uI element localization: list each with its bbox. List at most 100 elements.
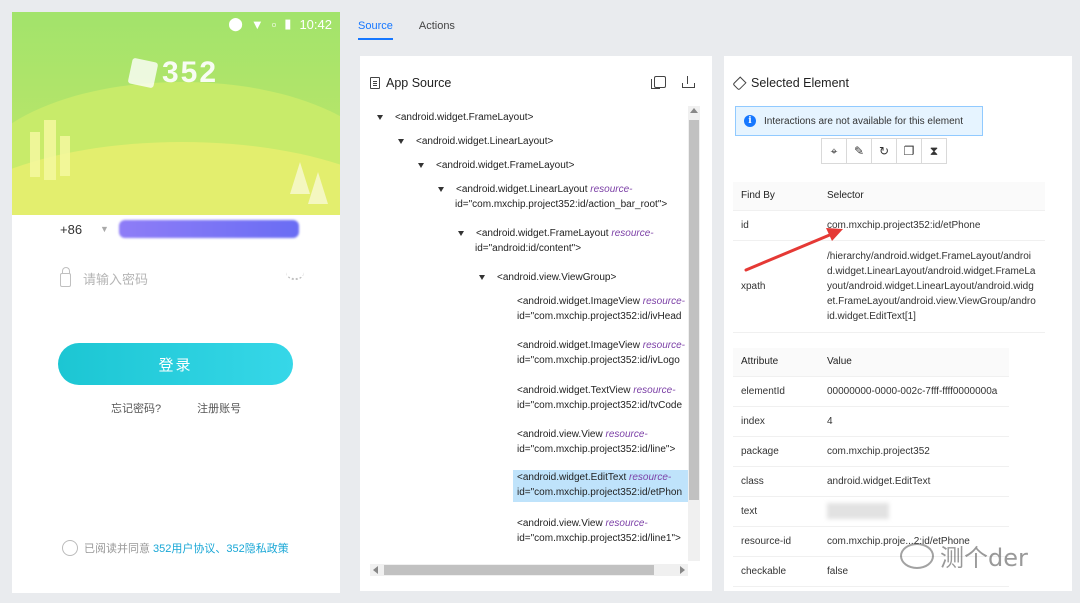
tap-target-icon[interactable]: ⌖ [821, 138, 847, 164]
attr-key: index [733, 406, 819, 437]
table-row: index 4 [733, 406, 1009, 437]
location-icon: ⬤ [228, 16, 243, 31]
tree-node[interactable]: <android.widget.ImageView resource- id="… [517, 338, 685, 368]
tree-node[interactable]: <android.widget.LinearLayout> [398, 134, 553, 149]
download-icon[interactable] [682, 76, 695, 88]
tab-source[interactable]: Source [358, 20, 393, 40]
attr-key: elementId [733, 376, 819, 407]
clear-icon[interactable]: ↻ [871, 138, 897, 164]
tree-node[interactable]: <android.view.View resource- id="com.mxc… [517, 427, 675, 457]
find-by-table: Find By Selector id com.mxchip.project35… [733, 182, 1045, 333]
tree-node[interactable]: <android.widget.FrameLayout resource- id… [458, 226, 654, 256]
logo-cube-icon [127, 57, 159, 89]
table-row: xpath /hierarchy/android.widget.FrameLay… [733, 240, 1045, 333]
tree-node[interactable]: <android.widget.TextView resource- id="c… [517, 383, 682, 413]
register-link[interactable]: 注册账号 [197, 400, 241, 416]
password-placeholder[interactable]: 请输入密码 [83, 269, 148, 288]
timing-icon[interactable]: ⧗ [921, 138, 947, 164]
tag-icon [732, 75, 747, 91]
attr-value: 4 [819, 406, 1009, 437]
scroll-thumb[interactable] [689, 120, 699, 500]
info-icon: i [744, 115, 756, 127]
tree-node[interactable]: <android.widget.FrameLayout> [418, 158, 574, 173]
table-row: id com.mxchip.project352:id/etPhone [733, 210, 1045, 241]
tree-decoration [290, 162, 310, 194]
tree-node[interactable]: <android.widget.LinearLayout resource- i… [438, 182, 667, 212]
expand-arrow-icon[interactable] [479, 274, 485, 280]
selected-element-header: Selected Element [732, 75, 849, 91]
attr-key: package [733, 436, 819, 467]
column-header: Attribute [733, 348, 819, 377]
agreement-text: 已阅读并同意 [84, 543, 150, 555]
forgot-password-link[interactable]: 忘记密码? [111, 400, 161, 416]
watermark-text: 测个der [940, 544, 1028, 572]
inspector-tabs: Source Actions [358, 20, 455, 40]
device-screen[interactable]: ⬤ ▼ ▫ ▮ 10:42 352 +86 ▼ 请输入密码 登录 忘记密码? 注… [12, 12, 340, 593]
findby-key: id [733, 210, 819, 241]
expand-arrow-icon[interactable] [418, 162, 424, 168]
expand-arrow-icon[interactable] [438, 186, 444, 192]
tree-node[interactable]: <android.view.ViewGroup> [479, 270, 616, 285]
account-links: 忘记密码? 注册账号 [111, 400, 241, 416]
login-button[interactable]: 登录 [58, 343, 293, 385]
element-action-bar: ⌖ ✎ ↻ ❐ ⧗ [821, 138, 947, 164]
scroll-up-icon[interactable] [690, 108, 698, 113]
column-header: Value [819, 348, 1009, 377]
phone-field[interactable]: +86 ▼ [60, 215, 304, 243]
copy-icon[interactable] [651, 76, 666, 89]
selected-element-title: Selected Element [751, 76, 849, 90]
app-source-panel: App Source <android.widget.FrameLayout> … [360, 56, 712, 591]
eye-closed-icon[interactable] [286, 272, 304, 280]
vertical-scrollbar[interactable] [688, 106, 700, 561]
app-source-header: App Source [370, 76, 451, 90]
findby-value[interactable]: com.mxchip.project352:id/etPhone [819, 210, 1045, 241]
info-alert: i Interactions are not available for thi… [735, 106, 983, 136]
attr-key: class [733, 466, 819, 497]
battery-icon: ▮ [284, 16, 292, 31]
info-message: Interactions are not available for this … [764, 115, 963, 127]
attr-key: resource-id [733, 526, 819, 557]
column-header: Selector [819, 182, 1045, 211]
wifi-icon: ▼ [250, 16, 264, 32]
tree-decoration [308, 172, 328, 204]
horizontal-scrollbar[interactable] [370, 564, 688, 576]
attr-value: 00000000-0000-002c-7fff-ffff0000000a [819, 376, 1009, 407]
edit-icon[interactable]: ✎ [846, 138, 872, 164]
findby-value[interactable]: /hierarchy/android.widget.FrameLayout/an… [819, 240, 1045, 333]
agreement-radio[interactable] [62, 540, 78, 556]
building-decoration [30, 132, 40, 177]
tree-node[interactable]: <android.widget.FrameLayout> [377, 110, 533, 125]
attr-key: checkable [733, 556, 819, 587]
attr-value: com.mxchip.project352 [819, 436, 1009, 467]
source-tree: <android.widget.FrameLayout> <android.wi… [370, 106, 688, 561]
password-field[interactable]: 请输入密码 [60, 264, 304, 292]
phone-number-redacted[interactable] [118, 220, 299, 238]
table-row: class android.widget.EditText [733, 466, 1009, 497]
app-logo: 352 [127, 56, 224, 90]
column-header: Find By [733, 182, 819, 211]
country-code[interactable]: +86 [60, 222, 100, 237]
expand-arrow-icon[interactable] [458, 230, 464, 236]
table-row: elementId 00000000-0000-002c-7fff-ffff00… [733, 376, 1009, 407]
file-icon [370, 77, 380, 89]
chevron-down-icon[interactable]: ▼ [100, 224, 109, 234]
building-decoration [60, 136, 70, 176]
attr-value: android.widget.EditText [819, 466, 1009, 497]
tree-node[interactable]: <android.view.View resource- id="com.mxc… [517, 516, 681, 546]
lock-icon [60, 267, 71, 287]
agreement-row: 已阅读并同意 352用户协议、352隐私政策 [62, 540, 289, 556]
agreement-links[interactable]: 352用户协议、352隐私政策 [153, 540, 289, 556]
scroll-right-icon[interactable] [680, 566, 685, 574]
building-decoration [44, 120, 56, 180]
tree-node[interactable]: <android.widget.ImageView resource- id="… [517, 294, 685, 324]
scroll-thumb[interactable] [384, 565, 654, 575]
expand-arrow-icon[interactable] [377, 114, 383, 120]
expand-arrow-icon[interactable] [398, 138, 404, 144]
tab-actions[interactable]: Actions [419, 20, 455, 40]
copy-attributes-icon[interactable]: ❐ [896, 138, 922, 164]
tree-node-selected[interactable]: <android.widget.EditText resource- id="c… [513, 470, 688, 502]
app-source-title: App Source [386, 76, 452, 90]
scroll-left-icon[interactable] [373, 566, 378, 574]
wechat-icon [900, 542, 934, 569]
status-time: 10:42 [299, 16, 332, 32]
